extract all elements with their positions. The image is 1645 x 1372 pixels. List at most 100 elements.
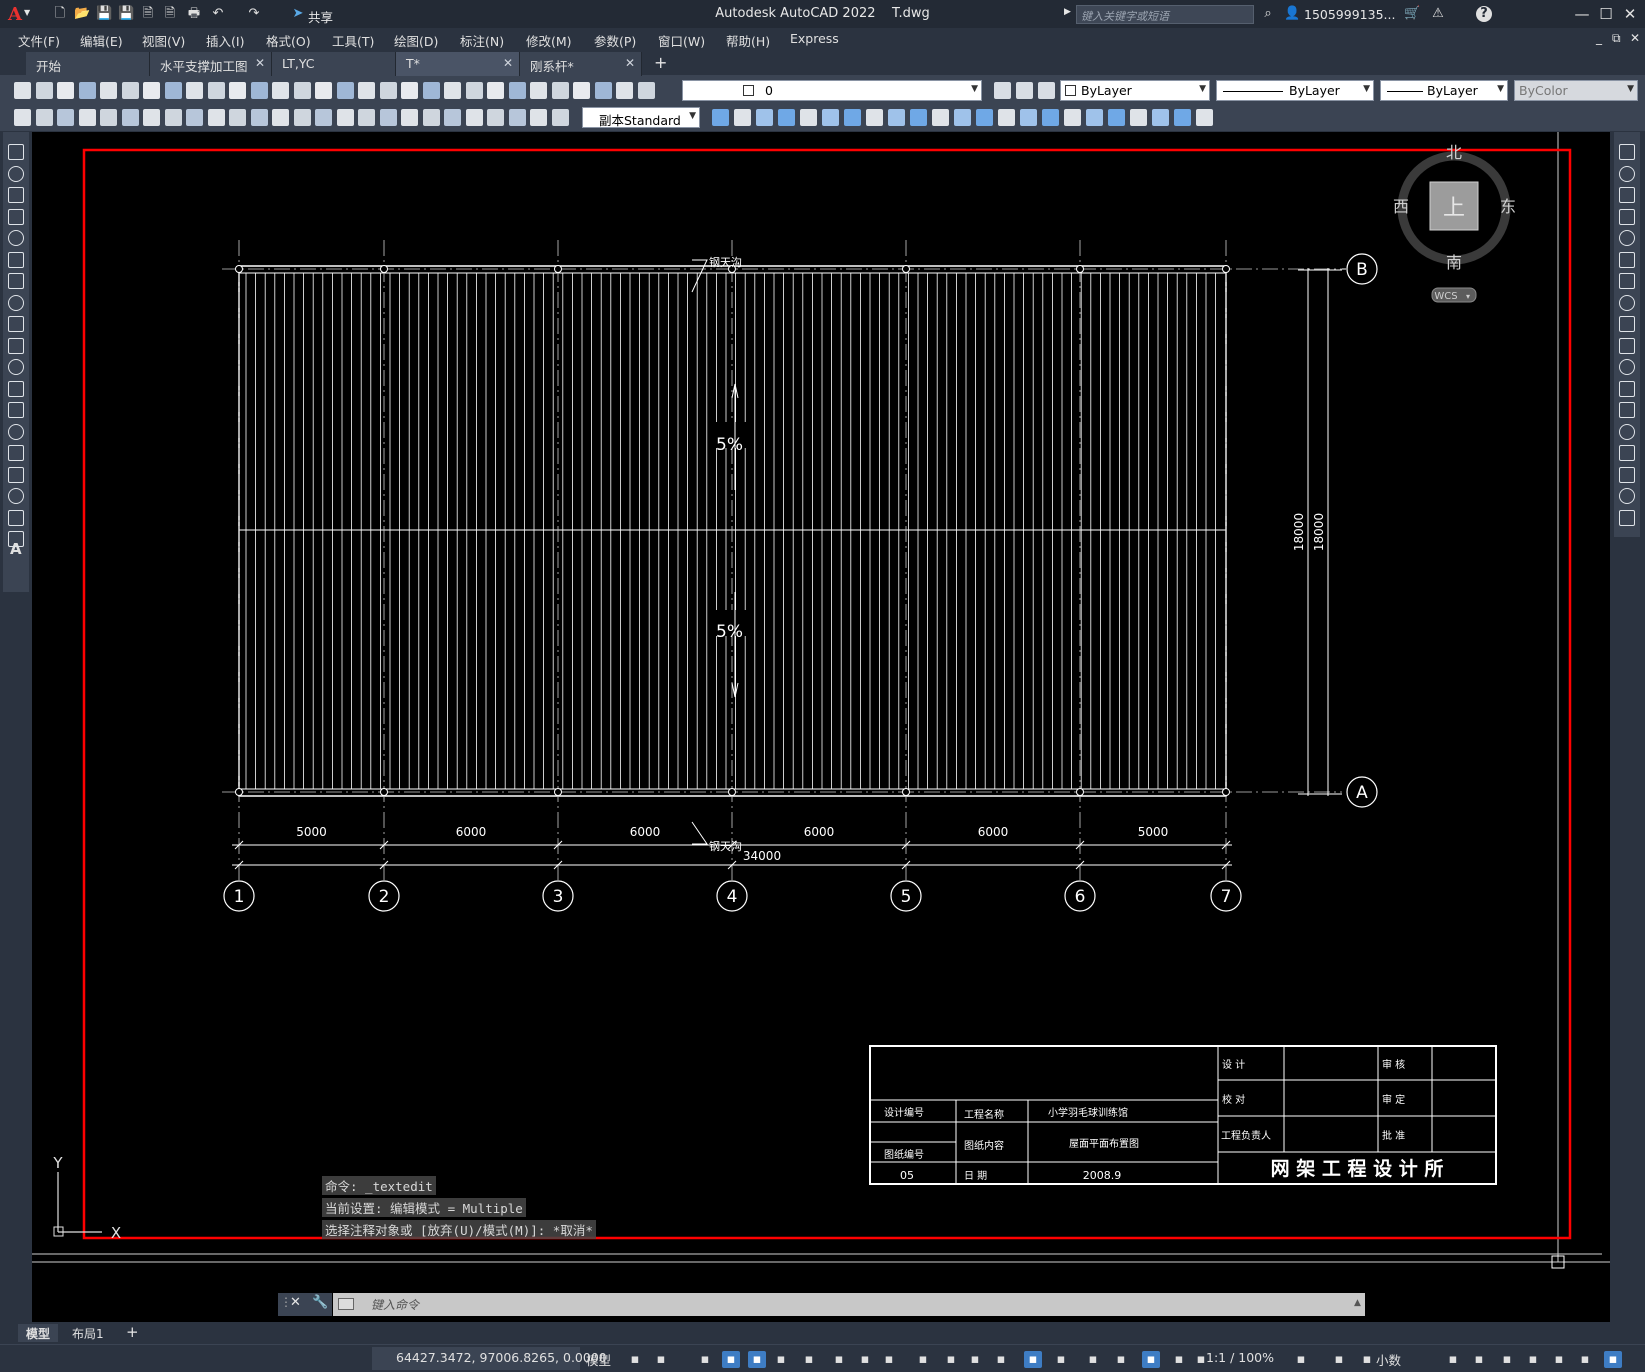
toolbar-tool-icon[interactable] — [294, 82, 311, 99]
modify-tool-icon[interactable] — [800, 109, 817, 126]
modify-tool-icon[interactable] — [712, 109, 729, 126]
status-toggle-icon[interactable]: ▪ — [626, 1351, 644, 1368]
modify-tool-icon[interactable] — [1619, 230, 1635, 246]
status-toggle-icon[interactable]: ▪ — [1330, 1351, 1348, 1368]
draw-tool-icon[interactable] — [8, 165, 24, 182]
toolbar-tool-icon[interactable] — [100, 82, 117, 99]
modify-tool-icon[interactable] — [910, 109, 927, 126]
modify-tool-icon[interactable] — [888, 109, 905, 126]
undo-icon[interactable]: ↶ — [210, 6, 226, 22]
cart-icon[interactable]: 🛒 — [1404, 6, 1420, 22]
close-icon[interactable]: ✕ — [290, 1295, 301, 1310]
drawing-svg[interactable]: 钢天沟 钢天沟 5% 5% 5000 6000 6000 6000 6000 5000 3… — [32, 132, 1610, 1322]
toolbar-tool-icon[interactable] — [57, 82, 74, 99]
toolbar-tool-icon[interactable] — [444, 82, 461, 99]
status-toggle-icon[interactable]: ▪ — [696, 1351, 714, 1368]
toolbar-tool-icon[interactable] — [487, 82, 504, 99]
modify-tool-icon[interactable] — [756, 109, 773, 126]
menu-insert[interactable]: 插入(I) — [206, 31, 244, 50]
dimension-tool-icon[interactable] — [251, 109, 268, 126]
save-as-icon[interactable]: 💾 — [118, 6, 134, 22]
minimize-icon[interactable]: — — [1570, 4, 1594, 24]
status-toggle-icon[interactable]: ▪ — [722, 1351, 740, 1368]
status-toggle-icon[interactable]: ▪ — [992, 1351, 1010, 1368]
draw-tool-icon[interactable] — [8, 230, 24, 246]
open-web-icon[interactable]: 🗎 — [140, 6, 156, 22]
linetype-dropdown[interactable]: ByLayer ▼ — [1216, 80, 1374, 101]
toolbar-tool-icon[interactable] — [423, 82, 440, 99]
new-tab-plus-icon[interactable]: + — [654, 53, 667, 72]
modify-tool-icon[interactable] — [1020, 109, 1037, 126]
toolbar-tool-icon[interactable] — [616, 82, 633, 99]
save-icon[interactable]: 💾 — [96, 6, 112, 22]
close-icon[interactable]: ✕ — [503, 56, 513, 70]
draw-tool-icon[interactable] — [8, 144, 24, 160]
dimension-tool-icon[interactable] — [444, 109, 461, 126]
draw-tool-icon[interactable] — [8, 251, 24, 268]
modify-tool-icon[interactable] — [1619, 251, 1635, 268]
modify-tool-icon[interactable] — [1174, 109, 1191, 126]
modify-tool-icon[interactable] — [998, 109, 1015, 126]
dimension-tool-icon[interactable] — [530, 109, 547, 126]
draw-tool-icon[interactable] — [8, 445, 24, 461]
menu-file[interactable]: 文件(F) — [18, 31, 60, 50]
menu-tools[interactable]: 工具(T) — [332, 31, 374, 50]
status-toggle-icon[interactable]: ▪ — [1470, 1351, 1488, 1368]
menu-window[interactable]: 窗口(W) — [658, 31, 705, 50]
menu-modify[interactable]: 修改(M) — [526, 31, 572, 50]
modify-tool-icon[interactable] — [954, 109, 971, 126]
status-toggle-icon[interactable]: ▪ — [1024, 1351, 1042, 1368]
app-menu-button[interactable]: A — [8, 4, 22, 25]
dimension-tool-icon[interactable] — [143, 109, 160, 126]
wrench-icon[interactable]: 🔧 — [312, 1295, 328, 1310]
status-toggle-icon[interactable]: ▪ — [1142, 1351, 1160, 1368]
tab-lt-yc[interactable]: LT,YC — [272, 52, 396, 76]
status-toggle-icon[interactable]: ▪ — [1112, 1351, 1130, 1368]
draw-tool-icon[interactable] — [8, 531, 24, 547]
toolbar-tool-icon[interactable] — [79, 82, 96, 99]
modify-tool-icon[interactable] — [1619, 423, 1635, 440]
modify-tool-icon[interactable] — [844, 109, 861, 126]
modify-tool-icon[interactable] — [932, 109, 949, 126]
dimension-tool-icon[interactable] — [552, 109, 569, 126]
draw-tool-icon[interactable] — [8, 402, 24, 418]
modify-tool-icon[interactable] — [1619, 466, 1635, 483]
tab-horizontal-brace[interactable]: 水平支撑加工图 ✕ — [150, 52, 272, 76]
status-toggle-icon[interactable]: ▪ — [1052, 1351, 1070, 1368]
plot-icon[interactable]: 🖶 — [186, 6, 202, 22]
modify-tool-icon[interactable] — [1108, 109, 1125, 126]
modify-tool-icon[interactable] — [1152, 109, 1169, 126]
status-toggle-icon[interactable]: ▪ — [1292, 1351, 1310, 1368]
draw-tool-icon[interactable] — [8, 359, 24, 375]
tab-start[interactable]: 开始 — [26, 52, 150, 76]
menu-parametric[interactable]: 参数(P) — [594, 31, 636, 50]
status-toggle-icon[interactable]: ▪ — [800, 1351, 818, 1368]
modify-tool-icon[interactable] — [822, 109, 839, 126]
status-toggle-icon[interactable]: ▪ — [1192, 1351, 1210, 1368]
chevron-right-icon[interactable]: ▶ — [1064, 7, 1071, 17]
toolbar-tool-icon[interactable] — [251, 82, 268, 99]
modify-tool-icon[interactable] — [1619, 509, 1635, 526]
chevron-up-icon[interactable]: ▲ — [1354, 1298, 1361, 1308]
menu-draw[interactable]: 绘图(D) — [394, 31, 438, 50]
user-icon[interactable]: 👤 — [1284, 6, 1300, 22]
share-icon[interactable]: ➤ — [290, 6, 306, 22]
status-toggle-icon[interactable]: ▪ — [1084, 1351, 1102, 1368]
close-icon[interactable]: ✕ — [255, 56, 265, 70]
dimension-tool-icon[interactable] — [272, 109, 289, 126]
toolbar-tool-icon[interactable] — [165, 82, 182, 99]
status-toggle-icon[interactable]: ▪ — [830, 1351, 848, 1368]
menu-format[interactable]: 格式(O) — [266, 31, 311, 50]
status-toggle-icon[interactable]: ▪ — [942, 1351, 960, 1368]
status-toggle-icon[interactable]: ▪ — [856, 1351, 874, 1368]
doc-minimize-icon[interactable]: _ — [1596, 31, 1602, 45]
status-toggle-icon[interactable]: ▪ — [1170, 1351, 1188, 1368]
plotstyle-dropdown[interactable]: ByColor ▼ — [1514, 80, 1638, 101]
draw-tool-icon[interactable] — [8, 187, 24, 203]
model-space-button[interactable]: 模型 — [586, 1350, 611, 1369]
status-toggle-icon[interactable]: ▪ — [914, 1351, 932, 1368]
layer-tool-icon[interactable] — [1038, 82, 1055, 99]
chevron-down-icon[interactable]: ▼ — [24, 8, 30, 17]
modify-tool-icon[interactable] — [1619, 144, 1635, 160]
modify-tool-icon[interactable] — [1619, 488, 1635, 504]
